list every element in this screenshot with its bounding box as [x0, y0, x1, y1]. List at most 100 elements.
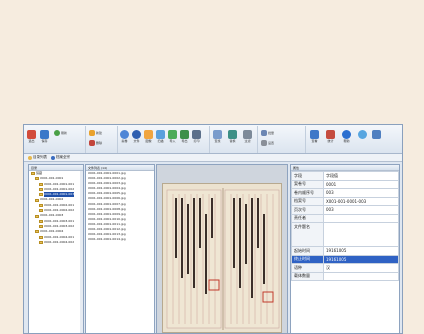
property-value[interactable]: 19161005: [323, 246, 399, 256]
replace-button-label: 替换: [229, 139, 236, 143]
document-scan-graphic: [166, 188, 280, 330]
volume-button[interactable]: 案卷: [120, 130, 129, 143]
help-button[interactable]: 帮助: [342, 130, 351, 143]
tree-header-label: 目录: [31, 166, 38, 170]
export-button[interactable]: 导出: [180, 130, 189, 143]
settings-button-label: 设置: [268, 140, 275, 145]
property-row[interactable]: 字段 字段值: [291, 171, 399, 181]
exit-button[interactable]: 退出: [27, 130, 36, 143]
batch-icon: [261, 130, 267, 136]
property-row[interactable]: 终止时间 19161005: [291, 254, 399, 264]
filter-button-label: 过滤: [244, 139, 251, 143]
replace-button[interactable]: 替换: [228, 130, 237, 143]
save-button-label: 保存: [41, 139, 48, 143]
tab-archive-fonds-label: 档案全宗: [56, 155, 70, 159]
property-row[interactable]: 载体数量: [291, 271, 399, 281]
property-value[interactable]: 003: [323, 188, 399, 198]
find-icon: [213, 130, 222, 139]
delete-button[interactable]: 删除: [89, 140, 102, 146]
exit-button-label: 退出: [28, 139, 35, 143]
tree-node[interactable]: X001-001-0004-002: [29, 240, 83, 245]
batch-button[interactable]: 批量: [261, 130, 274, 136]
tree-node-label: X001-001-0004-002: [44, 239, 75, 244]
stats-button[interactable]: 统计: [326, 130, 335, 143]
refresh-button[interactable]: 刷新: [54, 130, 67, 136]
folder-icon: [35, 198, 39, 202]
property-row[interactable]: 责任者: [291, 213, 399, 223]
import-icon: [168, 130, 177, 139]
property-value[interactable]: 字段值: [323, 171, 399, 181]
folder-icon: [39, 193, 43, 197]
import-button[interactable]: 导入: [168, 130, 177, 143]
info-button[interactable]: [358, 130, 367, 139]
property-value[interactable]: [323, 271, 399, 281]
image-icon: [144, 130, 153, 139]
folder-icon: [35, 177, 39, 181]
property-value[interactable]: 汉: [323, 263, 399, 273]
info-icon: [358, 130, 367, 139]
file-list-item[interactable]: X001-001-0001-0014.jpg: [86, 237, 154, 242]
folder-icon: [39, 203, 43, 207]
gear-icon: [261, 140, 267, 146]
catalog-tree-panel: 目录 馆藏 X001-001-0001 X001-001-0001-001 X001-…: [28, 164, 84, 333]
tab-archive-fonds[interactable]: 档案全宗: [51, 155, 70, 160]
property-value[interactable]: [323, 213, 399, 223]
batch-button-label: 批量: [268, 130, 275, 135]
ribbon-toolbar: 退出 保存 刷新 新建 删除 案卷 文件 图像 扫描 导入 导出 打印 查找 替…: [24, 125, 402, 154]
folder-icon: [39, 188, 43, 192]
scanned-document-image[interactable]: [162, 183, 282, 333]
tree-scrollbar[interactable]: [80, 171, 83, 333]
view-button[interactable]: 查看: [310, 130, 319, 143]
save-button[interactable]: 保存: [40, 130, 49, 143]
delete-icon: [89, 140, 95, 146]
view-button-label: 查看: [311, 139, 318, 143]
folder-icon: [35, 214, 39, 218]
property-key: 责任者: [291, 213, 324, 223]
new-button[interactable]: 新建: [89, 130, 102, 136]
tree-list: 馆藏 X001-001-0001 X001-001-0001-001 X001-001…: [29, 171, 83, 245]
property-row[interactable]: 档案号 X001-001-0001-003: [291, 196, 399, 206]
tab-catalog-list-label: 目录列表: [33, 155, 47, 159]
property-row[interactable]: 文件题名: [291, 222, 399, 247]
properties-table: 字段 字段值 案卷号 0001 卷内顺序号 003 档案号 X001-001-0001-003…: [291, 171, 399, 281]
folder-icon: [39, 182, 43, 186]
filter-button[interactable]: 过滤: [243, 130, 252, 143]
file-button[interactable]: 文件: [132, 130, 141, 143]
properties-header: 属性: [291, 165, 399, 171]
property-value[interactable]: 0001: [323, 179, 399, 189]
property-value[interactable]: X001-001-0001-003: [323, 196, 399, 206]
property-value[interactable]: 19161005: [323, 254, 399, 264]
property-row[interactable]: 卷内顺序号 003: [291, 188, 399, 198]
ribbon-group-archive: 案卷 文件 图像 扫描 导入 导出 打印: [118, 126, 210, 153]
folder-icon: [39, 241, 43, 244]
file-list-header-label: 文件列表 (14): [88, 166, 108, 170]
property-key: 字段: [291, 171, 324, 181]
ribbon-group-edit: 新建 删除: [86, 126, 118, 153]
volume-icon: [120, 130, 129, 139]
ribbon-group-search: 查找 替换 过滤: [210, 126, 258, 153]
property-row[interactable]: 语种汉: [291, 263, 399, 273]
image-button-label: 图像: [145, 139, 152, 143]
tab-catalog-list[interactable]: 目录列表: [28, 155, 47, 160]
file-list: X001-001-0001-0001.jpg X001-001-0001-0002…: [86, 171, 154, 242]
view-tabs-bar: 目录列表 档案全宗: [24, 154, 402, 162]
ribbon-group-batch: 批量 设置: [258, 126, 306, 153]
property-key: 语种: [291, 263, 324, 273]
property-row[interactable]: 案卷号 0001: [291, 179, 399, 189]
property-value[interactable]: 003: [323, 205, 399, 215]
property-key: 案卷号: [291, 179, 324, 189]
scan-button[interactable]: 扫描: [156, 130, 165, 143]
image-button[interactable]: 图像: [144, 130, 153, 143]
delete-button-label: 删除: [96, 140, 103, 145]
property-key: 档案号: [291, 196, 324, 206]
print-button[interactable]: 打印: [192, 130, 201, 143]
tree-header: 目录: [29, 165, 83, 171]
property-row[interactable]: 页次号 003: [291, 205, 399, 215]
ribbon-group-view: 查看 统计 帮助: [306, 126, 402, 153]
property-value[interactable]: [323, 222, 399, 247]
find-button[interactable]: 查找: [213, 130, 222, 143]
property-row[interactable]: 起始时间 19161005: [291, 246, 399, 256]
about-button[interactable]: [372, 130, 381, 139]
settings-button[interactable]: 设置: [261, 140, 274, 146]
file-list-panel: 文件列表 (14) X001-001-0001-0001.jpg X001-001…: [85, 164, 155, 333]
